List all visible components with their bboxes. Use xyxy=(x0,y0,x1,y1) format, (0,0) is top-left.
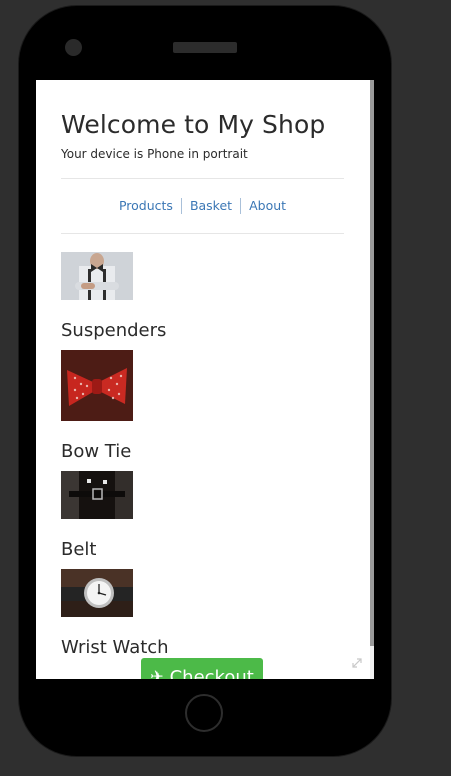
product-name: Belt xyxy=(61,539,97,560)
checkout-label: Checkout xyxy=(169,667,254,679)
phone-screen: Welcome to My Shop Your device is Phone … xyxy=(36,80,374,679)
wrist-watch-photo[interactable] xyxy=(61,569,133,617)
product-item[interactable]: Bow Tie xyxy=(61,350,344,463)
divider xyxy=(61,233,344,234)
nav-link-basket[interactable]: Basket xyxy=(180,198,240,214)
camera-icon xyxy=(65,39,82,56)
nav-link-about[interactable]: About xyxy=(240,198,294,214)
product-name: Suspenders xyxy=(61,320,167,341)
page-content: Welcome to My Shop Your device is Phone … xyxy=(61,80,344,667)
home-button[interactable] xyxy=(185,694,223,732)
product-name: Wrist Watch xyxy=(61,637,169,658)
airplane-icon: ✈ xyxy=(150,667,164,679)
nav-link-products[interactable]: Products xyxy=(111,198,181,214)
bow-tie-photo[interactable] xyxy=(61,350,133,421)
scrollbar-thumb[interactable] xyxy=(370,80,374,646)
product-name: Bow Tie xyxy=(61,441,132,462)
belt-photo[interactable] xyxy=(61,471,133,519)
device-status-text: Your device is Phone in portrait xyxy=(61,147,248,161)
product-item[interactable]: Suspenders xyxy=(61,252,344,342)
speaker-grille xyxy=(173,42,237,53)
main-nav: Products Basket About xyxy=(61,179,344,233)
product-item[interactable]: Wrist Watch xyxy=(61,569,344,659)
expand-icon[interactable] xyxy=(350,656,364,670)
product-list: Suspenders Bow Tie Belt Wrist Watch xyxy=(61,252,344,659)
checkout-button[interactable]: ✈ Checkout xyxy=(141,658,263,679)
page-title: Welcome to My Shop xyxy=(61,110,326,139)
scrollbar-track[interactable] xyxy=(370,80,374,679)
product-item[interactable]: Belt xyxy=(61,471,344,561)
suspenders-photo[interactable] xyxy=(61,252,133,300)
